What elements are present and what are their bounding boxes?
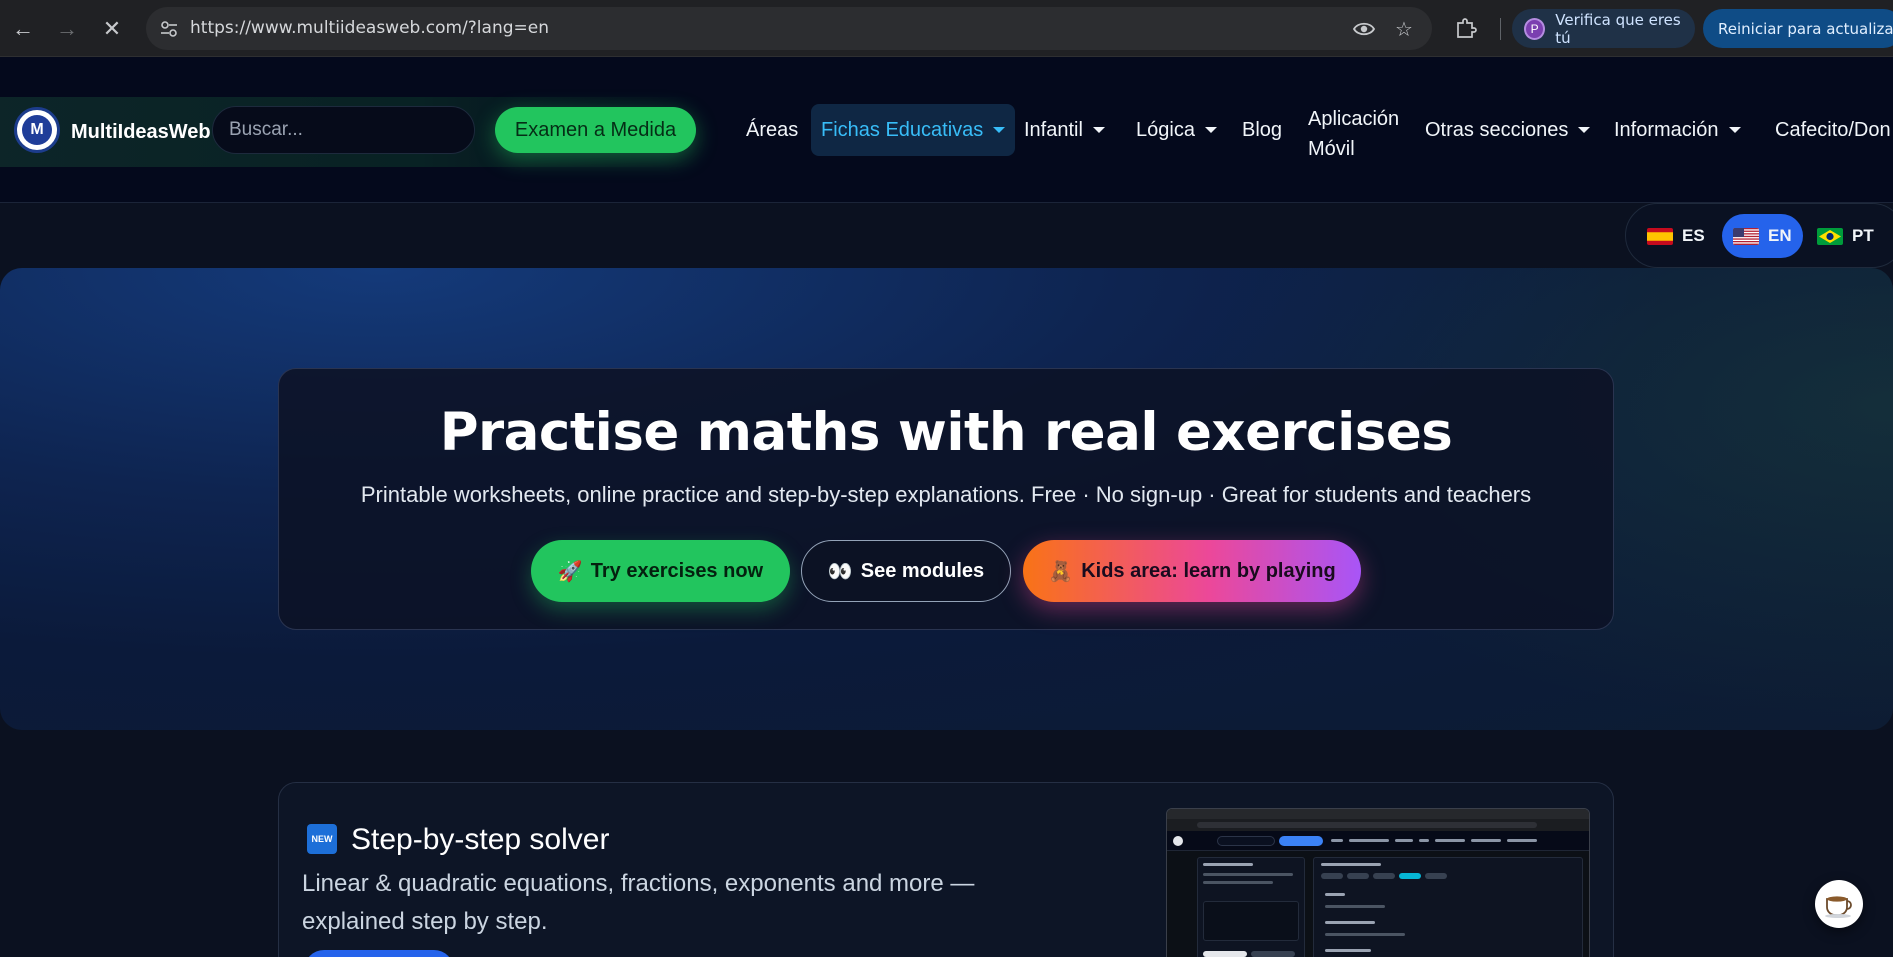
teddy-bear-icon: 🧸 — [1048, 560, 1074, 583]
search-input[interactable] — [212, 106, 475, 154]
nav-cafecito[interactable]: Cafecito/Don — [1775, 57, 1891, 203]
nav-cafecito-label: Cafecito/Don — [1775, 118, 1891, 141]
try-exercises-label: Try exercises now — [590, 559, 764, 582]
new-badge-icon: NEW — [307, 824, 337, 854]
exam-button[interactable]: Examen a Medida — [495, 107, 696, 153]
lightbulb-logo-icon: M — [22, 115, 52, 145]
nav-app-line1: Aplicación — [1308, 108, 1400, 130]
address-bar[interactable]: https://www.multiideasweb.com/?lang=en ☆ — [146, 7, 1432, 50]
restart-update-chip[interactable]: Reiniciar para actualizar — [1703, 9, 1893, 48]
nav-otras-secciones[interactable]: Otras secciones — [1425, 57, 1591, 203]
nav-otras-label: Otras secciones — [1425, 118, 1569, 141]
lang-es-label: ES — [1682, 226, 1705, 245]
nav-aplicacion-movil[interactable]: Aplicación Móvil — [1308, 104, 1399, 164]
lang-en-button[interactable]: EN — [1722, 214, 1803, 258]
coffee-cup-icon[interactable] — [1815, 880, 1863, 928]
solver-open-button[interactable] — [304, 950, 454, 957]
solver-description: Linear & quadratic equations, fractions,… — [302, 870, 975, 935]
usa-flag-icon — [1733, 227, 1759, 245]
try-exercises-button[interactable]: 🚀 Try exercises now — [531, 540, 790, 602]
site-logo[interactable]: M — [14, 107, 60, 153]
see-modules-label: See modules — [860, 559, 985, 582]
arrow-right-icon: → — [56, 16, 78, 41]
see-modules-button[interactable]: 👀 See modules — [801, 540, 1011, 602]
nav-app-line2: Móvil — [1308, 138, 1355, 160]
profile-verify-chip[interactable]: P Verifica que eres tú — [1512, 9, 1695, 48]
profile-chip-label: Verifica que eres tú — [1555, 10, 1681, 47]
caret-down-icon — [1728, 127, 1741, 133]
caret-down-icon — [1092, 127, 1105, 133]
profile-avatar: P — [1524, 17, 1546, 40]
toolbar-divider — [1500, 18, 1501, 40]
caret-down-icon — [1578, 127, 1591, 133]
caret-down-icon — [993, 127, 1006, 133]
brazil-flag-icon — [1817, 227, 1843, 245]
bookmark-star-icon[interactable]: ☆ — [1392, 17, 1416, 41]
hero-title: Practise maths with real exercises — [439, 402, 1453, 463]
lang-pt-label: PT — [1852, 226, 1874, 245]
url-text[interactable]: https://www.multiideasweb.com/?lang=en — [190, 18, 549, 38]
close-icon: ✕ — [102, 16, 122, 41]
site-info-icon[interactable] — [156, 16, 182, 42]
hero-subtitle: Printable worksheets, online practice an… — [360, 482, 1532, 507]
stop-loading-button[interactable]: ✕ — [95, 12, 129, 46]
brand-name[interactable]: MultiIdeasWeb — [71, 121, 211, 144]
update-chip-label: Reiniciar para actualizar — [1718, 19, 1893, 38]
nav-infantil-label: Infantil — [1024, 118, 1083, 141]
spain-flag-icon — [1647, 227, 1673, 245]
nav-logica[interactable]: Lógica — [1136, 57, 1217, 203]
eyes-icon: 👀 — [827, 560, 853, 583]
forward-button[interactable]: → — [50, 12, 84, 46]
language-switcher: ES EN PT — [1625, 203, 1893, 268]
nav-informacion[interactable]: Información — [1614, 57, 1741, 203]
caret-down-icon — [1204, 127, 1217, 133]
lang-pt-button[interactable]: PT — [1806, 214, 1885, 258]
hero-card: Practise maths with real exercises Print… — [278, 368, 1614, 630]
browser-toolbar: ← → ✕ https://www.multiideasweb.com/?lan… — [0, 0, 1893, 57]
kids-area-button[interactable]: 🧸 Kids area: learn by playing — [1023, 540, 1361, 602]
eye-icon[interactable] — [1352, 17, 1376, 41]
nav-blog[interactable]: Blog — [1242, 57, 1282, 203]
nav-blog-label: Blog — [1242, 118, 1283, 141]
arrow-left-icon: ← — [12, 16, 34, 41]
nav-infantil[interactable]: Infantil — [1024, 57, 1105, 203]
nav-areas-label: Áreas — [746, 118, 799, 141]
back-button[interactable]: ← — [6, 12, 40, 46]
solver-title: Step-by-step solver — [351, 823, 610, 856]
lang-es-button[interactable]: ES — [1636, 214, 1716, 258]
extensions-icon[interactable] — [1454, 15, 1480, 41]
rocket-icon: 🚀 — [557, 560, 583, 583]
nav-fichas-label: Fichas Educativas — [821, 118, 984, 141]
kids-area-label: Kids area: learn by playing — [1081, 559, 1336, 582]
nav-fichas-educativas[interactable]: Fichas Educativas — [811, 104, 1016, 156]
lang-en-label: EN — [1768, 226, 1792, 245]
site-header: M MultiIdeasWeb Examen a Medida Áreas Fi… — [0, 57, 1893, 203]
nav-areas[interactable]: Áreas — [746, 57, 798, 203]
nav-logica-label: Lógica — [1136, 118, 1195, 141]
solver-screenshot-preview — [1166, 808, 1590, 957]
nav-informacion-label: Información — [1614, 118, 1719, 141]
